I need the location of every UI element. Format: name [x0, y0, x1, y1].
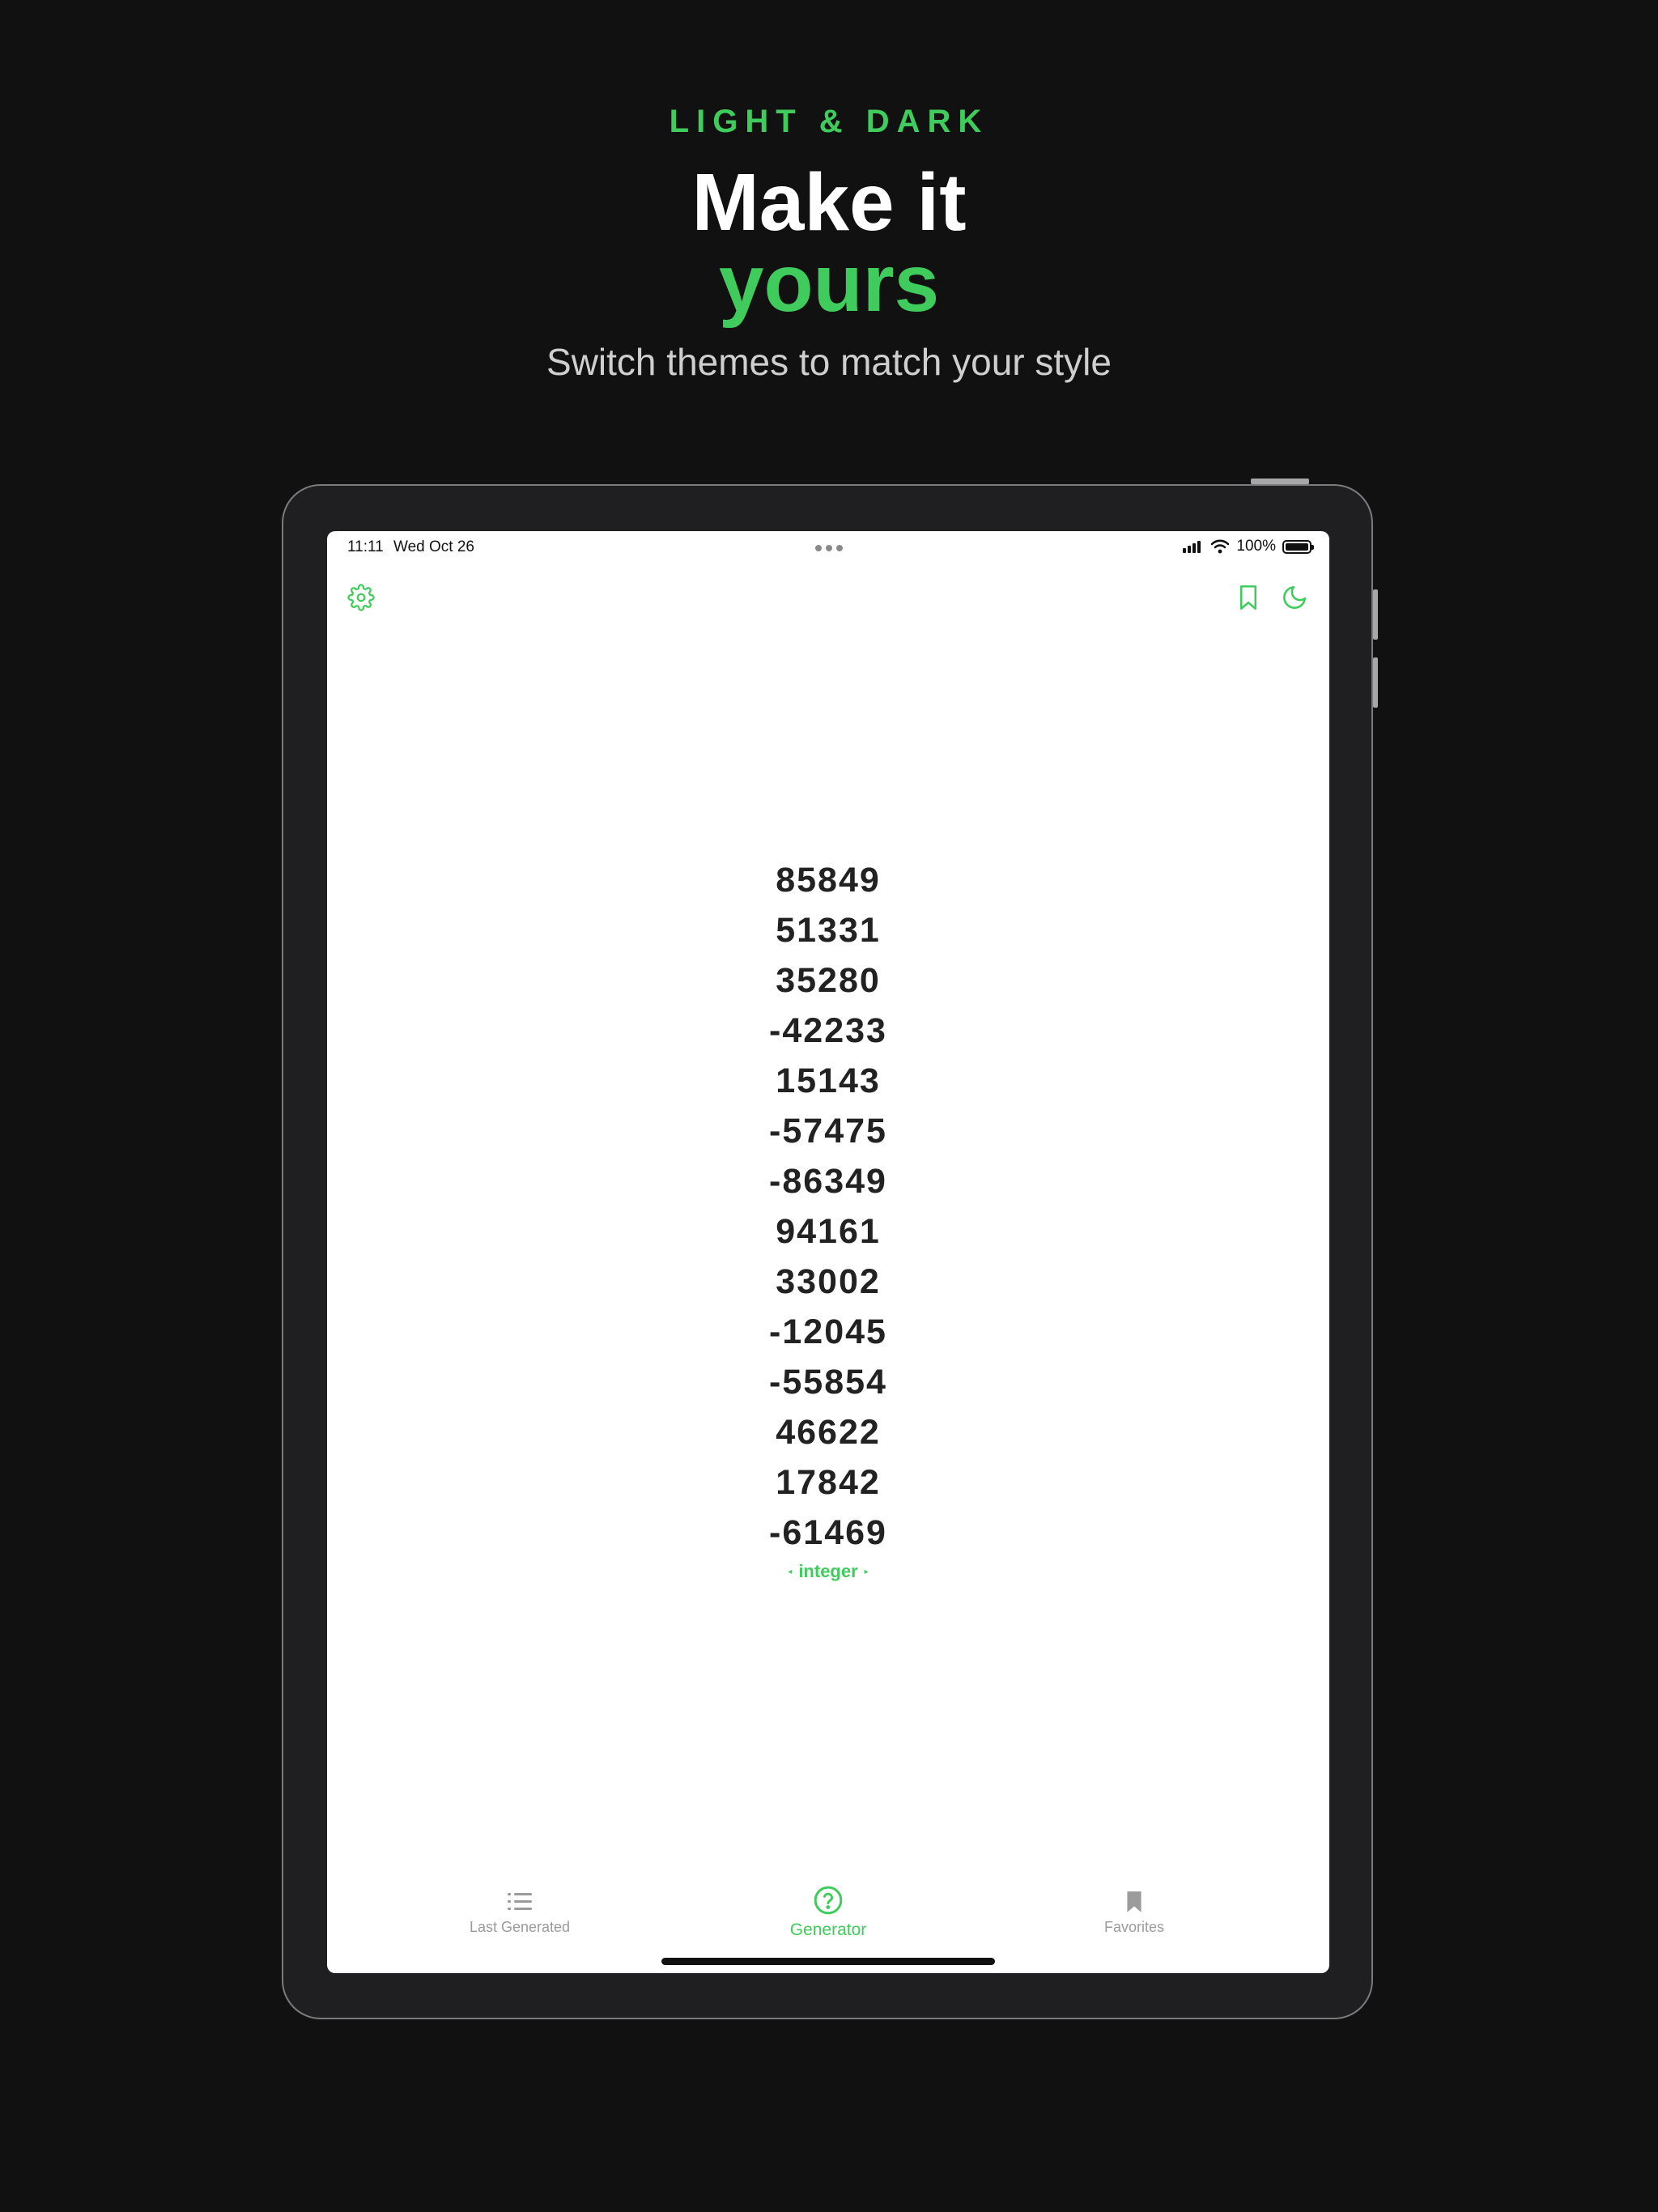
question-circle-icon	[814, 1886, 843, 1915]
moon-icon	[1283, 585, 1307, 609]
tab-last-generated[interactable]: Last Generated	[414, 1890, 625, 1936]
generated-number[interactable]: -57475	[769, 1106, 887, 1156]
tab-label: Last Generated	[469, 1919, 571, 1935]
tab-generator[interactable]: Generator	[723, 1885, 933, 1940]
generated-number[interactable]: 33002	[776, 1257, 881, 1307]
number-type-selector[interactable]: ◂ integer ▸	[788, 1561, 868, 1582]
generated-number[interactable]: -12045	[769, 1307, 887, 1357]
tab-favorites[interactable]: Favorites	[1029, 1890, 1239, 1936]
triangle-right-icon: ▸	[864, 1567, 869, 1576]
generated-number[interactable]: 46622	[776, 1407, 881, 1457]
generated-numbers-list[interactable]: 85849 51331 35280 -42233 15143 -57475 -8…	[327, 855, 1329, 1582]
status-date: Wed Oct 26	[393, 538, 474, 555]
battery-percentage: 100%	[1236, 538, 1276, 555]
promo-eyebrow: LIGHT & DARK	[669, 104, 989, 139]
generated-number[interactable]: -86349	[769, 1156, 887, 1206]
promo-headline: Make it	[691, 157, 967, 248]
status-time: 11:11	[347, 538, 384, 555]
generated-number[interactable]: 94161	[776, 1206, 881, 1257]
theme-toggle-button[interactable]	[1278, 581, 1311, 614]
device-volume-up-button	[1373, 589, 1378, 640]
promo-page: LIGHT & DARK Make it yours Switch themes…	[0, 0, 1658, 2212]
generated-number[interactable]: 51331	[776, 905, 881, 955]
wifi-icon	[1211, 539, 1230, 554]
number-type-label: integer	[798, 1561, 858, 1581]
generated-number[interactable]: -55854	[769, 1357, 887, 1407]
generated-number[interactable]: 17842	[776, 1457, 881, 1508]
generated-number[interactable]: 15143	[776, 1056, 881, 1106]
generated-number[interactable]: -61469	[769, 1508, 887, 1558]
bookmark-icon	[1240, 585, 1256, 610]
home-indicator[interactable]	[661, 1958, 995, 1965]
bookmark-filled-icon	[1127, 1891, 1141, 1912]
app-screen: 11:11 Wed Oct 26 100% 85849 51331 35280 …	[327, 531, 1329, 1973]
battery-icon	[1282, 539, 1314, 554]
status-indicators: 100%	[1183, 538, 1314, 555]
tab-label: Generator	[789, 1921, 867, 1939]
generated-number[interactable]: 35280	[776, 955, 881, 1006]
promo-headline-accent: yours	[718, 238, 940, 329]
multitasking-dots-icon[interactable]	[815, 545, 843, 551]
list-icon	[508, 1893, 532, 1910]
device-top-button	[1251, 479, 1309, 484]
promo-subhead: Switch themes to match your style	[546, 341, 1112, 383]
generated-number[interactable]: -42233	[769, 1006, 887, 1056]
generated-number[interactable]: 85849	[776, 855, 881, 905]
tab-label: Favorites	[1103, 1919, 1165, 1935]
gear-icon	[347, 584, 375, 611]
cellular-signal-icon	[1183, 541, 1201, 553]
device-volume-down-button	[1373, 657, 1378, 708]
settings-button[interactable]	[345, 581, 377, 614]
triangle-left-icon: ◂	[788, 1567, 793, 1576]
bookmark-button[interactable]	[1232, 581, 1265, 614]
